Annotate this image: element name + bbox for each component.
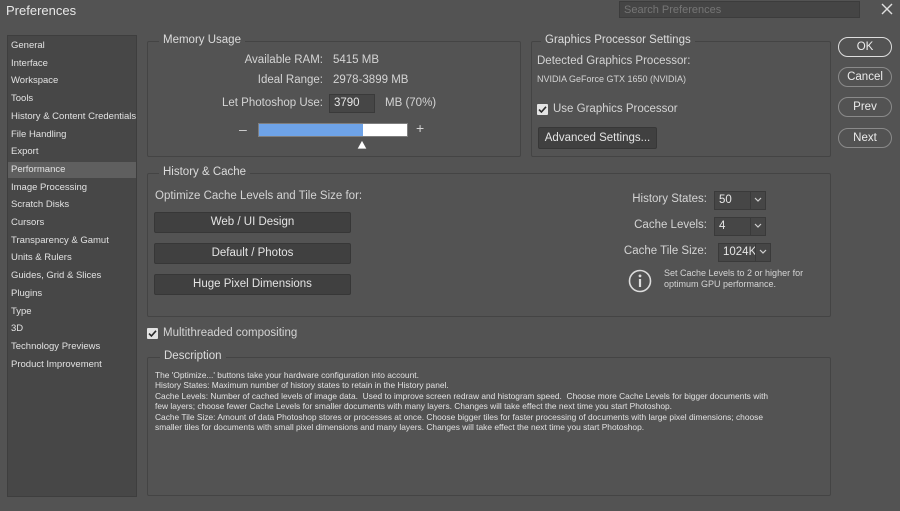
sidebar-item-guides-grid-slices[interactable]: Guides, Grid & Slices xyxy=(8,268,136,284)
increase-memory-icon[interactable]: + xyxy=(416,120,424,136)
huge-pixel-dimensions-button[interactable]: Huge Pixel Dimensions xyxy=(154,274,351,295)
cache-levels-select[interactable]: 4 xyxy=(714,217,766,236)
cache-tile-size-label: Cache Tile Size: xyxy=(623,245,707,257)
preferences-sidebar: General Interface Workspace Tools Histor… xyxy=(7,35,137,497)
sidebar-item-general[interactable]: General xyxy=(8,38,136,54)
sidebar-item-plugins[interactable]: Plugins xyxy=(8,286,136,302)
sidebar-item-technology-previews[interactable]: Technology Previews xyxy=(8,339,136,355)
sidebar-item-tools[interactable]: Tools xyxy=(8,91,136,107)
chevron-down-icon xyxy=(755,244,770,261)
cancel-button[interactable]: Cancel xyxy=(838,67,892,87)
info-icon xyxy=(628,269,652,296)
history-cache-title: History & Cache xyxy=(159,166,251,178)
close-icon[interactable] xyxy=(876,1,898,21)
detected-gpu-value: NVIDIA GeForce GTX 1650 (NVIDIA) xyxy=(537,74,687,84)
sidebar-item-3d[interactable]: 3D xyxy=(8,321,136,337)
ideal-range-value: 2978-3899 MB xyxy=(333,74,409,86)
multithreaded-compositing-checkbox[interactable] xyxy=(147,328,158,339)
sidebar-item-export[interactable]: Export xyxy=(8,144,136,160)
multithreaded-compositing-label[interactable]: Multithreaded compositing xyxy=(163,327,297,339)
memory-usage-title: Memory Usage xyxy=(159,34,245,46)
graphics-processor-title: Graphics Processor Settings xyxy=(541,34,695,46)
sidebar-item-scratch-disks[interactable]: Scratch Disks xyxy=(8,197,136,213)
sidebar-item-units-rulers[interactable]: Units & Rulers xyxy=(8,250,136,266)
chevron-down-icon xyxy=(750,218,765,235)
web-ui-design-button[interactable]: Web / UI Design xyxy=(154,212,351,233)
prev-button[interactable]: Prev xyxy=(838,97,892,117)
window-title: Preferences xyxy=(6,3,77,18)
available-ram-value: 5415 MB xyxy=(333,54,380,66)
title-bar: Preferences xyxy=(0,0,900,22)
ok-button[interactable]: OK xyxy=(838,37,892,57)
optimize-label: Optimize Cache Levels and Tile Size for: xyxy=(155,190,363,202)
sidebar-item-type[interactable]: Type xyxy=(8,304,136,320)
chevron-down-icon xyxy=(750,192,765,209)
available-ram-label: Available RAM: xyxy=(244,54,323,66)
default-photos-button[interactable]: Default / Photos xyxy=(154,243,351,264)
sidebar-item-transparency-gamut[interactable]: Transparency & Gamut xyxy=(8,233,136,249)
sidebar-item-cursors[interactable]: Cursors xyxy=(8,215,136,231)
let-photoshop-use-input[interactable]: 3790 xyxy=(329,94,375,113)
ideal-range-label: Ideal Range: xyxy=(257,74,323,86)
check-icon xyxy=(538,106,547,114)
memory-slider-track[interactable] xyxy=(258,123,408,137)
memory-slider-fill xyxy=(259,124,363,136)
advanced-settings-button[interactable]: Advanced Settings... xyxy=(538,127,657,149)
next-button[interactable]: Next xyxy=(838,128,892,148)
sidebar-item-file-handling[interactable]: File Handling xyxy=(8,127,136,143)
sidebar-item-history-content-credentials[interactable]: History & Content Credentials xyxy=(8,109,136,125)
sidebar-item-image-processing[interactable]: Image Processing xyxy=(8,180,136,196)
sidebar-item-performance[interactable]: Performance xyxy=(8,161,136,178)
use-gpu-checkbox[interactable] xyxy=(537,104,548,115)
history-states-value: 50 xyxy=(719,194,732,206)
history-states-label: History States: xyxy=(632,193,707,205)
use-gpu-label[interactable]: Use Graphics Processor xyxy=(553,103,678,115)
decrease-memory-icon[interactable]: – xyxy=(239,121,247,137)
sidebar-item-product-improvement[interactable]: Product Improvement xyxy=(8,357,136,373)
cache-levels-label: Cache Levels: xyxy=(634,219,707,231)
search-preferences-input[interactable] xyxy=(619,1,860,18)
let-photoshop-use-unit: MB (70%) xyxy=(385,97,437,109)
slider-thumb-icon[interactable] xyxy=(356,139,368,153)
cache-tile-size-value: 1024K xyxy=(723,246,757,258)
cache-levels-value: 4 xyxy=(719,220,726,232)
cache-tile-size-select[interactable]: 1024K xyxy=(718,243,771,262)
detected-gpu-label: Detected Graphics Processor: xyxy=(537,55,691,67)
info-text: Set Cache Levels to 2 or higher for opti… xyxy=(664,268,804,289)
sidebar-item-interface[interactable]: Interface xyxy=(8,56,136,72)
check-icon xyxy=(148,330,157,338)
description-title: Description xyxy=(160,350,226,362)
history-states-select[interactable]: 50 xyxy=(714,191,766,210)
sidebar-item-workspace[interactable]: Workspace xyxy=(8,73,136,89)
let-photoshop-use-label: Let Photoshop Use: xyxy=(221,97,323,109)
description-text: The 'Optimize...' buttons take your hard… xyxy=(155,370,769,433)
